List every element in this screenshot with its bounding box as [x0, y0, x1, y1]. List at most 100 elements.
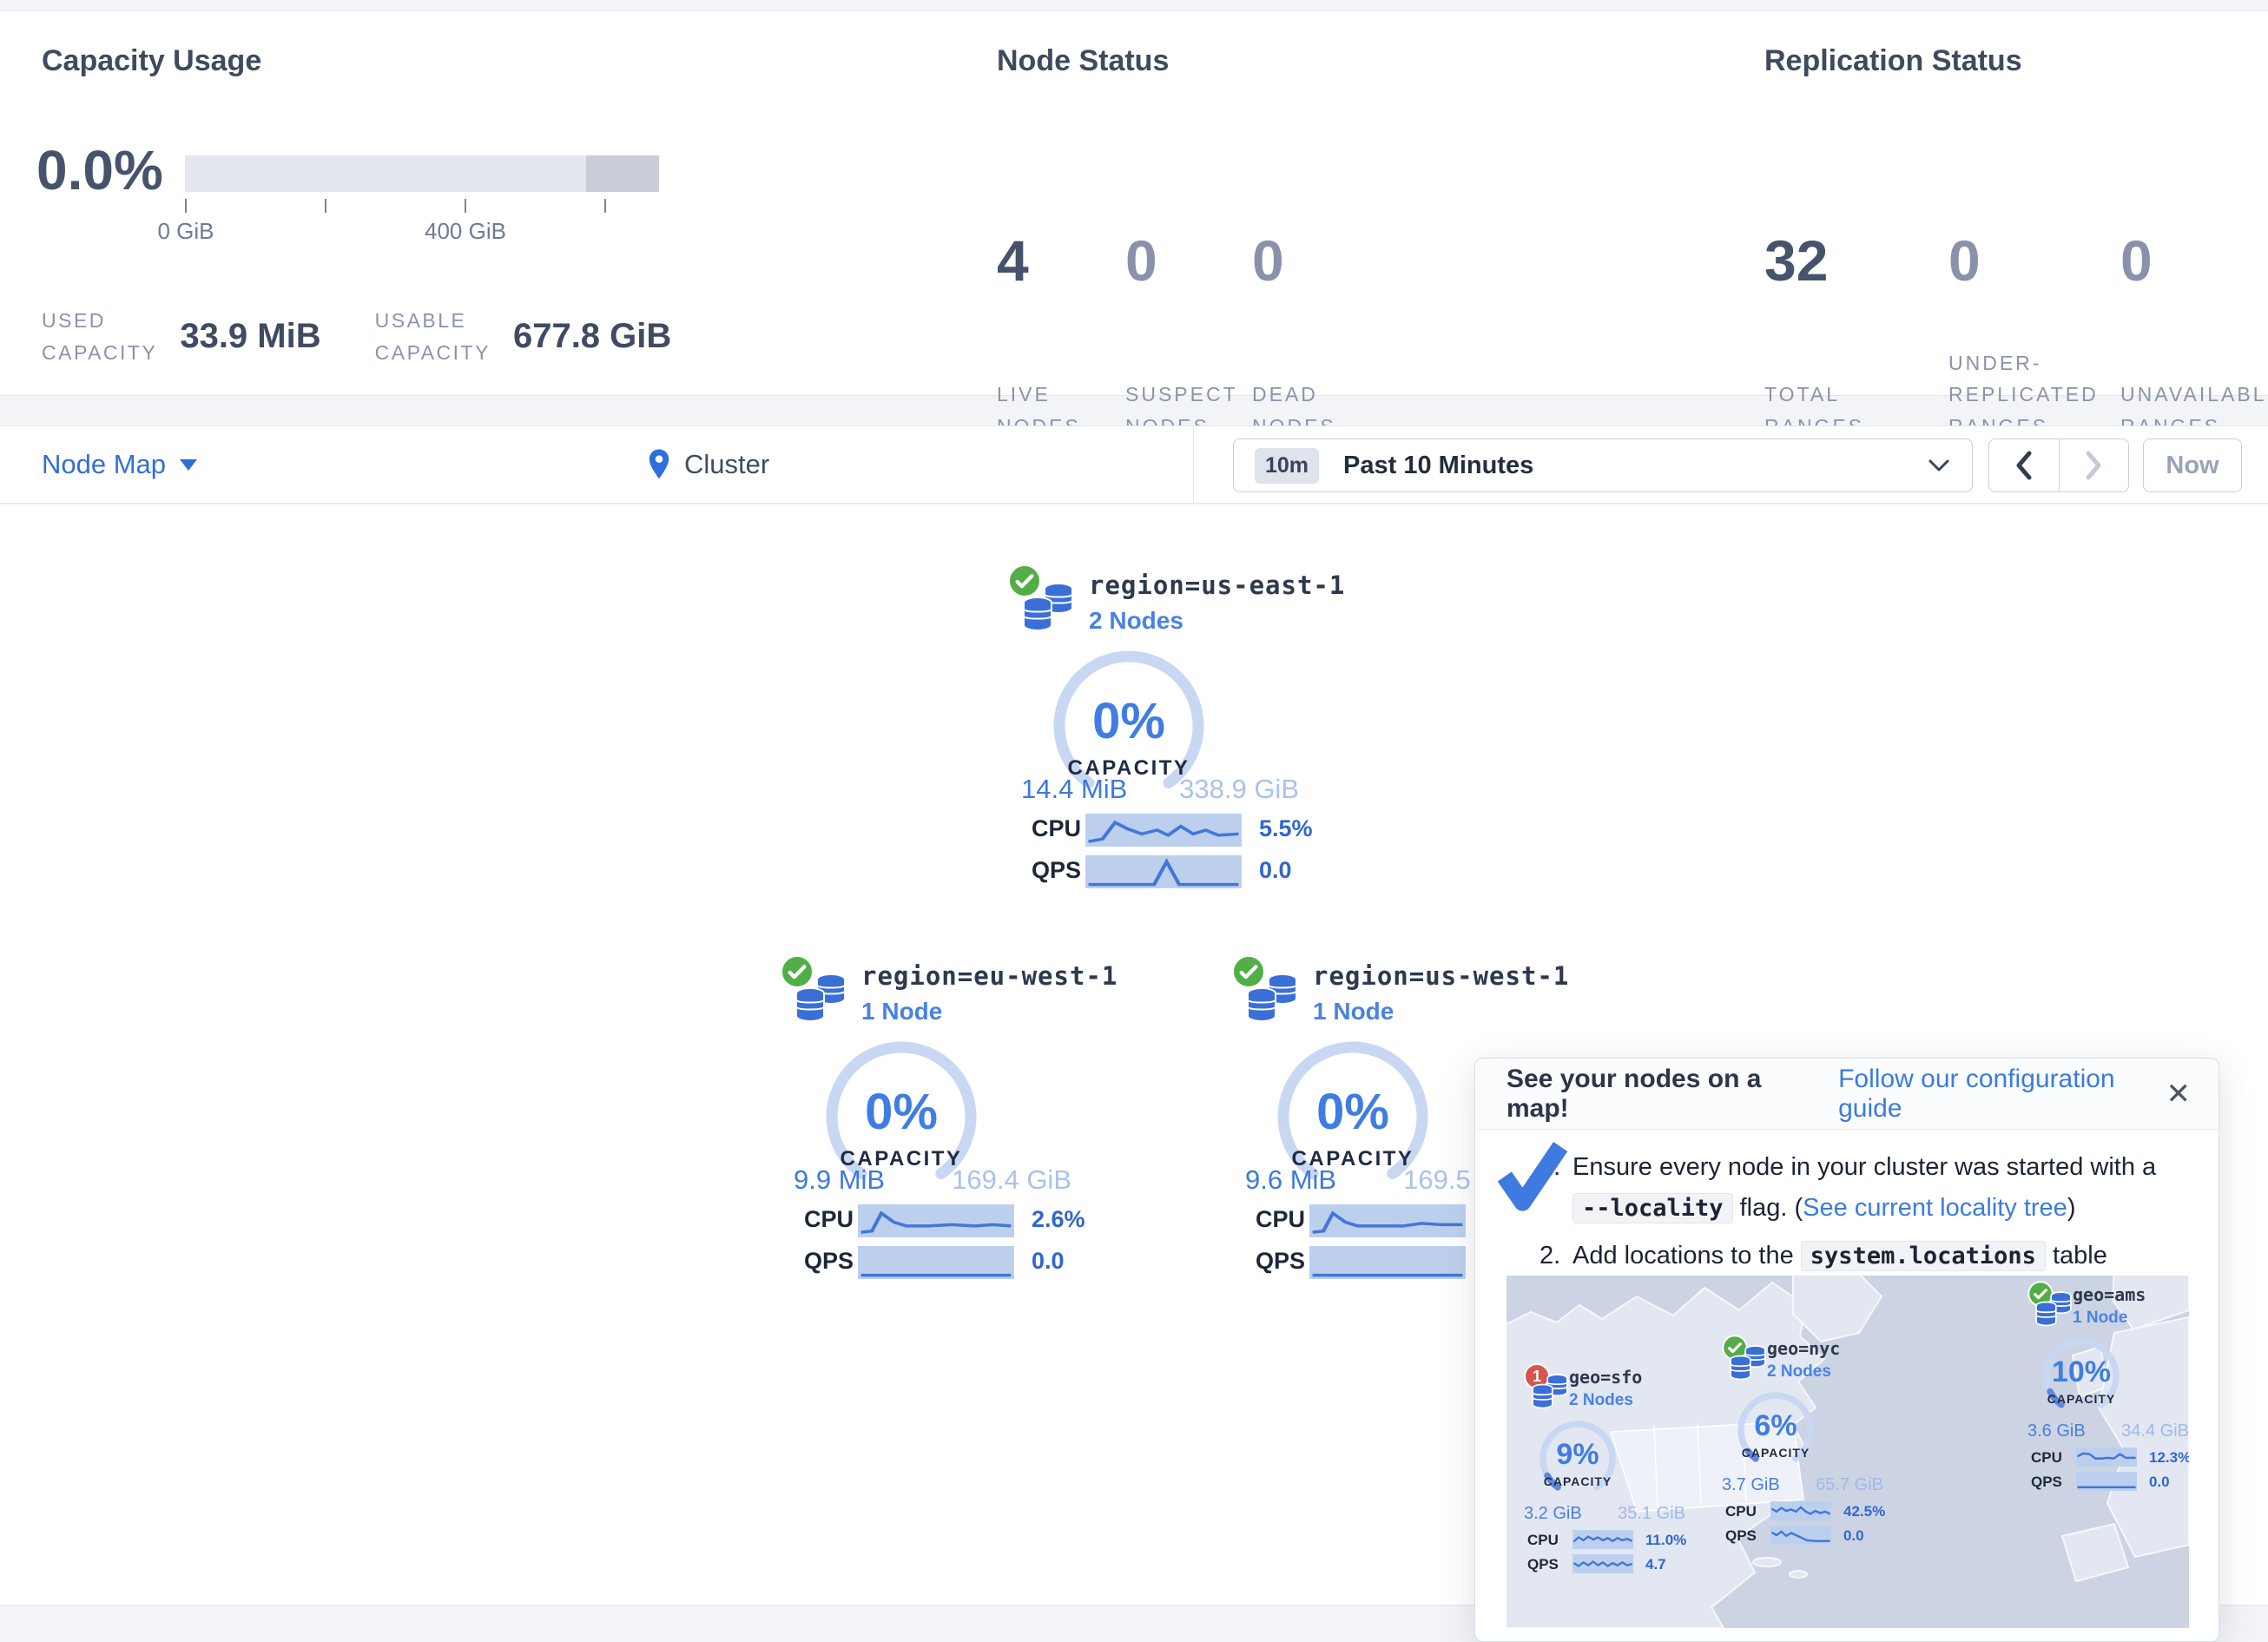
cpu-sparkline — [1572, 1530, 1633, 1549]
geo-node-count: 1 Node — [2073, 1309, 2127, 1328]
capacity-tick-label-0: 0 GiB — [116, 218, 255, 245]
qps-value: 0.0 — [1259, 857, 1292, 884]
region-card-eu-west-1[interactable]: region=eu-west-1 1 Node 0% CAPACITY 9.9 … — [771, 954, 1092, 1277]
qps-sparkline — [1309, 1246, 1466, 1279]
cpu-label: CPU — [1256, 1206, 1305, 1233]
region-name: region=us-east-1 — [1089, 570, 1345, 600]
region-card-us-east-1[interactable]: region=us-east-1 2 Nodes 0% CAPACITY 14.… — [999, 564, 1320, 887]
qps-sparkline — [858, 1246, 1014, 1279]
config-step-1: 1. Ensure every node in your cluster was… — [1539, 1147, 2173, 1229]
capacity-percent: 10% — [2036, 1355, 2126, 1389]
qps-value: 0.0 — [2149, 1474, 2170, 1491]
qps-sparkline — [2076, 1472, 2137, 1491]
replication-status-title: Replication Status — [1764, 44, 2268, 78]
database-stack-icon — [1021, 583, 1075, 637]
time-back-button[interactable] — [1989, 439, 2059, 491]
cpu-value: 2.6% — [1032, 1206, 1085, 1233]
capacity-tick — [465, 199, 466, 213]
capacity-bar-nonusable — [586, 155, 659, 192]
view-selector-label: Node Map — [42, 449, 166, 480]
geo-card-sfo[interactable]: 1 geo=sfo 2 Nodes 9% CAPACITY 3.2 GiB 35… — [1524, 1358, 1689, 1577]
node-map-config-popup: See your nodes on a map! Follow our conf… — [1474, 1058, 2219, 1642]
qps-label: QPS — [2031, 1474, 2062, 1491]
blue-check-icon — [1493, 1137, 1572, 1221]
capacity-caption: CAPACITY — [1527, 1474, 1628, 1488]
qps-sparkline — [1572, 1554, 1633, 1573]
region-name: region=us-west-1 — [1313, 961, 1569, 991]
capacity-percent: 0% — [819, 1083, 984, 1141]
time-range-selector[interactable]: 10m Past 10 Minutes — [1233, 439, 1973, 492]
region-node-count: 2 Nodes — [1089, 607, 1183, 635]
capacity-caption: CAPACITY — [2031, 1392, 2132, 1406]
cpu-sparkline — [1085, 814, 1242, 847]
qps-label: QPS — [1256, 1248, 1305, 1275]
node-status-section: Node Status 4 LIVENODES 0 SUSPECTNODES 0… — [997, 44, 1391, 443]
map-toolbar: Node Map Cluster 10m Past 10 Minutes Now — [0, 425, 2268, 504]
node-status-title: Node Status — [997, 44, 1391, 78]
system-locations-code: system.locations — [1801, 1241, 2046, 1271]
breadcrumb[interactable]: Cluster — [646, 426, 769, 503]
cpu-value: 5.5% — [1259, 815, 1313, 842]
configuration-guide-link[interactable]: Follow our configuration guide — [1838, 1065, 2166, 1124]
capacity-used-value: 3.6 GiB — [2027, 1421, 2086, 1441]
capacity-total-value: 169.4 GiB — [952, 1164, 1071, 1196]
usable-capacity-value: 677.8 GiB — [513, 317, 671, 356]
capacity-total-value: 338.9 GiB — [1179, 774, 1299, 805]
total-ranges-count: 32 — [1764, 146, 1948, 293]
capacity-used-value: 3.7 GiB — [1722, 1475, 1780, 1495]
database-stack-icon — [794, 973, 847, 1028]
replication-status-section: Replication Status 32 TOTALRANGES 0 UNDE… — [1764, 44, 2268, 443]
capacity-tick-label-400: 400 GiB — [396, 218, 535, 245]
geo-node-count: 2 Nodes — [1569, 1391, 1633, 1410]
qps-value: 4.7 — [1645, 1556, 1666, 1573]
used-capacity-value: 33.9 MiB — [180, 317, 320, 356]
qps-value: 0.0 — [1032, 1248, 1065, 1275]
toolbar-divider — [1193, 426, 1194, 503]
qps-label: QPS — [1725, 1527, 1757, 1545]
capacity-tick — [325, 199, 326, 213]
cpu-label: CPU — [1032, 815, 1081, 842]
geo-name: geo=ams — [2073, 1284, 2146, 1305]
capacity-tick — [604, 199, 606, 213]
capacity-used-value: 9.6 MiB — [1245, 1164, 1336, 1196]
capacity-percent: 9% — [1533, 1438, 1623, 1472]
cpu-sparkline — [858, 1204, 1014, 1237]
database-stack-icon — [1729, 1345, 1767, 1386]
chevron-down-icon — [1927, 457, 1951, 474]
qps-sparkline — [1085, 855, 1242, 888]
time-range-label: Past 10 Minutes — [1343, 452, 1533, 480]
breadcrumb-label: Cluster — [684, 449, 769, 480]
view-selector-dropdown[interactable]: Node Map — [42, 426, 197, 503]
locality-tree-link[interactable]: See current locality tree — [1803, 1194, 2067, 1222]
capacity-usage-title: Capacity Usage — [42, 44, 979, 78]
time-forward-button[interactable] — [2059, 439, 2129, 491]
capacity-caption: CAPACITY — [1725, 1446, 1826, 1460]
dead-nodes-count: 0 — [1252, 146, 1391, 293]
database-stack-icon — [1245, 973, 1299, 1028]
cpu-value: 11.0% — [1645, 1532, 1686, 1549]
database-stack-icon — [1531, 1374, 1569, 1414]
live-nodes-count: 4 — [997, 146, 1125, 293]
geo-card-nyc[interactable]: geo=nyc 2 Nodes 6% CAPACITY 3.7 GiB 65.7… — [1722, 1329, 1887, 1548]
geo-name: geo=sfo — [1569, 1367, 1642, 1388]
region-node-count: 1 Node — [1313, 998, 1394, 1025]
mini-map: 1 geo=sfo 2 Nodes 9% CAPACITY 3.2 GiB 35… — [1507, 1276, 2189, 1628]
capacity-percent: 0.0% — [36, 138, 163, 202]
capacity-used-value: 14.4 MiB — [1021, 774, 1127, 805]
close-icon[interactable]: ✕ — [2166, 1079, 2192, 1109]
now-button[interactable]: Now — [2143, 439, 2242, 492]
region-node-count: 1 Node — [861, 998, 942, 1025]
cpu-label: CPU — [1725, 1503, 1757, 1520]
qps-value: 0.0 — [1843, 1527, 1864, 1545]
used-capacity-label: USEDCAPACITY — [42, 305, 157, 369]
capacity-percent: 0% — [1270, 1083, 1435, 1141]
capacity-total-value: 65.7 GiB — [1816, 1475, 1883, 1495]
locality-flag-code: --locality — [1572, 1193, 1733, 1223]
capacity-usage-section: Capacity Usage 0.0% 0 GiB 400 GiB USEDCA… — [42, 44, 979, 374]
cpu-sparkline — [2076, 1447, 2137, 1467]
cpu-label: CPU — [804, 1206, 854, 1233]
geo-card-ams[interactable]: geo=ams 1 Node 10% CAPACITY 3.6 GiB 34.4… — [2027, 1276, 2189, 1494]
unavailable-ranges-count: 0 — [2120, 146, 2268, 293]
caret-down-icon — [180, 459, 197, 471]
location-pin-icon — [646, 448, 672, 481]
